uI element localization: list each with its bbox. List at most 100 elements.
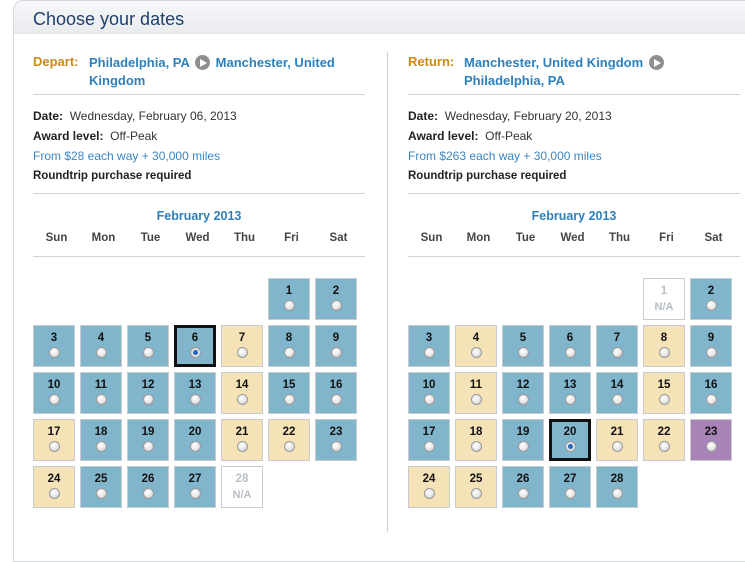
radio-button[interactable] [658,394,670,405]
radio-button[interactable] [95,394,107,405]
radio-button[interactable] [611,347,623,358]
depart-day-cell-8[interactable]: 8 [268,325,310,367]
radio-button[interactable] [423,488,435,499]
radio-button[interactable] [658,347,670,358]
radio-button[interactable] [236,394,248,405]
depart-day-cell-22[interactable]: 22 [268,419,310,461]
radio-button[interactable] [189,441,201,452]
radio-button[interactable] [283,394,295,405]
radio-button[interactable] [611,488,623,499]
radio-button[interactable] [470,347,482,358]
radio-button[interactable] [611,394,623,405]
depart-day-cell-6[interactable]: 6 [174,325,216,367]
return-day-cell-28[interactable]: 28 [596,466,638,508]
radio-button[interactable] [189,394,201,405]
radio-button[interactable] [330,347,342,358]
depart-day-cell-19[interactable]: 19 [127,419,169,461]
depart-day-cell-5[interactable]: 5 [127,325,169,367]
radio-selected-icon[interactable] [189,347,201,358]
radio-button[interactable] [142,441,154,452]
return-day-cell-24[interactable]: 24 [408,466,450,508]
radio-button[interactable] [564,394,576,405]
return-day-cell-18[interactable]: 18 [455,419,497,461]
radio-button[interactable] [236,347,248,358]
depart-day-cell-17[interactable]: 17 [33,419,75,461]
radio-button[interactable] [95,347,107,358]
radio-button[interactable] [470,488,482,499]
radio-button[interactable] [705,441,717,452]
return-day-cell-13[interactable]: 13 [549,372,591,414]
depart-day-cell-25[interactable]: 25 [80,466,122,508]
radio-button[interactable] [142,394,154,405]
radio-button[interactable] [330,394,342,405]
depart-day-cell-18[interactable]: 18 [80,419,122,461]
radio-button[interactable] [564,488,576,499]
depart-day-cell-15[interactable]: 15 [268,372,310,414]
radio-button[interactable] [705,300,717,311]
radio-button[interactable] [283,347,295,358]
return-day-cell-26[interactable]: 26 [502,466,544,508]
radio-button[interactable] [564,347,576,358]
depart-day-cell-16[interactable]: 16 [315,372,357,414]
radio-button[interactable] [330,300,342,311]
depart-day-cell-10[interactable]: 10 [33,372,75,414]
depart-day-cell-2[interactable]: 2 [315,278,357,320]
return-day-cell-3[interactable]: 3 [408,325,450,367]
depart-day-cell-24[interactable]: 24 [33,466,75,508]
return-day-cell-7[interactable]: 7 [596,325,638,367]
return-day-cell-22[interactable]: 22 [643,419,685,461]
return-day-cell-9[interactable]: 9 [690,325,732,367]
return-day-cell-5[interactable]: 5 [502,325,544,367]
radio-button[interactable] [330,441,342,452]
return-day-cell-27[interactable]: 27 [549,466,591,508]
radio-button[interactable] [517,441,529,452]
radio-button[interactable] [705,394,717,405]
radio-button[interactable] [48,347,60,358]
return-day-cell-8[interactable]: 8 [643,325,685,367]
depart-day-cell-3[interactable]: 3 [33,325,75,367]
radio-button[interactable] [705,347,717,358]
radio-button[interactable] [48,441,60,452]
return-day-cell-20[interactable]: 20 [549,419,591,461]
radio-button[interactable] [95,441,107,452]
radio-button[interactable] [517,394,529,405]
depart-day-cell-1[interactable]: 1 [268,278,310,320]
return-day-cell-6[interactable]: 6 [549,325,591,367]
radio-button[interactable] [611,441,623,452]
radio-button[interactable] [189,488,201,499]
radio-button[interactable] [142,488,154,499]
radio-button[interactable] [95,488,107,499]
radio-button[interactable] [517,347,529,358]
return-day-cell-25[interactable]: 25 [455,466,497,508]
radio-button[interactable] [236,441,248,452]
depart-day-cell-13[interactable]: 13 [174,372,216,414]
radio-button[interactable] [423,347,435,358]
depart-day-cell-11[interactable]: 11 [80,372,122,414]
depart-day-cell-21[interactable]: 21 [221,419,263,461]
return-day-cell-2[interactable]: 2 [690,278,732,320]
depart-day-cell-20[interactable]: 20 [174,419,216,461]
depart-day-cell-26[interactable]: 26 [127,466,169,508]
depart-day-cell-4[interactable]: 4 [80,325,122,367]
radio-button[interactable] [658,441,670,452]
depart-day-cell-7[interactable]: 7 [221,325,263,367]
return-day-cell-19[interactable]: 19 [502,419,544,461]
radio-button[interactable] [423,394,435,405]
radio-button[interactable] [517,488,529,499]
radio-button[interactable] [283,441,295,452]
depart-day-cell-27[interactable]: 27 [174,466,216,508]
radio-selected-icon[interactable] [564,441,576,452]
radio-button[interactable] [283,300,295,311]
radio-button[interactable] [142,347,154,358]
depart-day-cell-9[interactable]: 9 [315,325,357,367]
radio-button[interactable] [470,441,482,452]
return-day-cell-23[interactable]: 23 [690,419,732,461]
radio-button[interactable] [470,394,482,405]
depart-day-cell-23[interactable]: 23 [315,419,357,461]
radio-button[interactable] [48,394,60,405]
return-day-cell-11[interactable]: 11 [455,372,497,414]
return-day-cell-17[interactable]: 17 [408,419,450,461]
return-day-cell-16[interactable]: 16 [690,372,732,414]
radio-button[interactable] [48,488,60,499]
return-day-cell-21[interactable]: 21 [596,419,638,461]
